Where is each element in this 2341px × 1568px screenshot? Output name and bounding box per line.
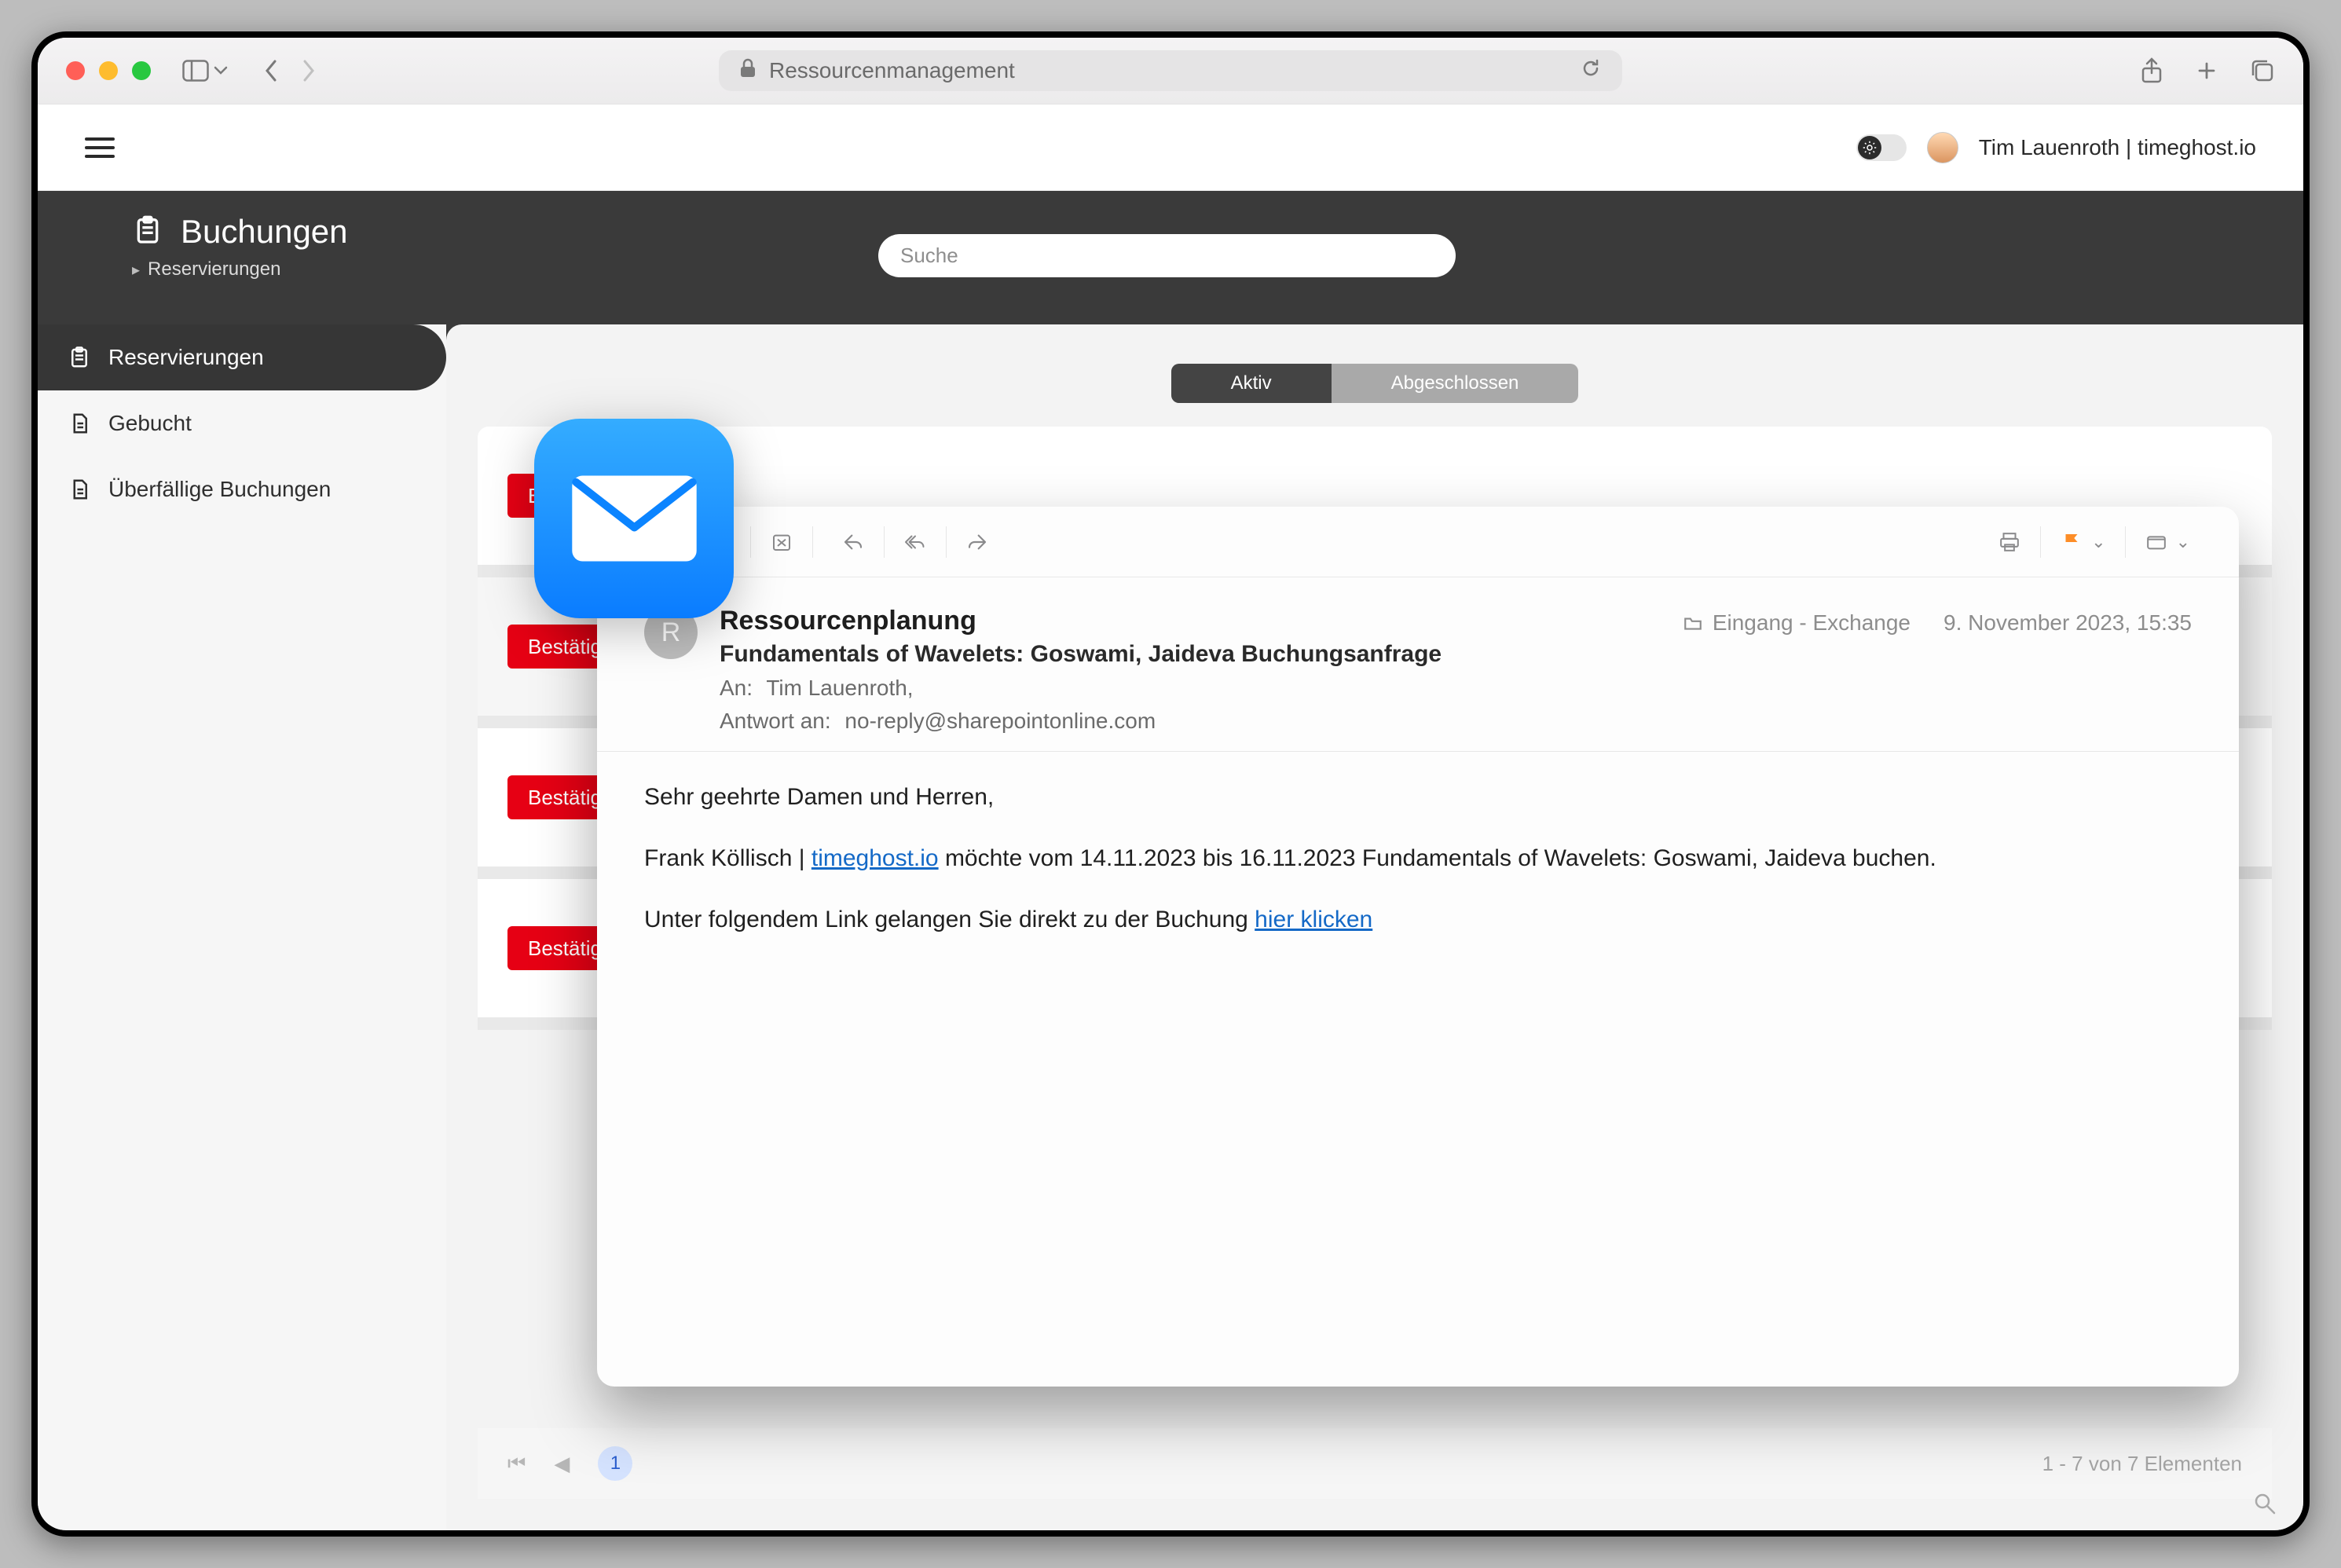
- mail-window: ⌄ ⌄ R Ressourcenplanung Fundamentals of …: [597, 507, 2239, 1387]
- page-header: Buchungen ▸ Reservierungen Suche: [38, 191, 2303, 324]
- mail-link-booking[interactable]: hier klicken: [1255, 907, 1372, 932]
- pager-prev[interactable]: ◀: [554, 1452, 570, 1476]
- window-minimize-dot[interactable]: [99, 61, 118, 80]
- user-name-label: Tim Lauenroth | timeghost.io: [1979, 135, 2256, 160]
- breadcrumb-item: Reservierungen: [148, 258, 280, 280]
- print-icon[interactable]: [1987, 523, 2032, 561]
- window-close-dot[interactable]: [66, 61, 85, 80]
- pager-count: 1 - 7 von 7 Elementen: [2042, 1452, 2242, 1476]
- segmented-control: Aktiv Abgeschlossen: [1171, 364, 1579, 403]
- magnifier-icon[interactable]: [2253, 1492, 2277, 1519]
- nav-back-button[interactable]: [262, 58, 280, 83]
- mail-header: R Ressourcenplanung Fundamentals of Wave…: [597, 577, 2239, 752]
- sidebar-item-label: Reservierungen: [108, 345, 264, 370]
- sidebar-item-label: Gebucht: [108, 411, 192, 436]
- reply-icon[interactable]: [830, 523, 876, 561]
- forward-icon[interactable]: [954, 523, 1000, 561]
- flag-menu-chevron-icon[interactable]: ⌄: [2091, 532, 2105, 552]
- folder-menu-chevron-icon[interactable]: ⌄: [2176, 532, 2190, 552]
- url-text: Ressourcenmanagement: [769, 58, 1015, 83]
- segment-completed[interactable]: Abgeschlossen: [1332, 364, 1579, 403]
- search-placeholder: Suche: [900, 244, 958, 268]
- reply-all-icon[interactable]: [892, 523, 938, 561]
- mail-body-line: Unter folgendem Link gelangen Sie direkt…: [644, 901, 2192, 939]
- new-tab-icon[interactable]: [2195, 59, 2218, 82]
- tabs-overview-icon[interactable]: [2250, 58, 2275, 83]
- browser-titlebar: Ressourcenmanagement: [38, 38, 2303, 104]
- mail-from: Ressourcenplanung: [720, 606, 1661, 636]
- mail-body: Sehr geehrte Damen und Herren, Frank Köl…: [597, 752, 2239, 989]
- mail-body-line: Sehr geehrte Damen und Herren,: [644, 779, 2192, 816]
- lock-icon: [739, 58, 757, 84]
- flag-icon[interactable]: [2049, 523, 2094, 561]
- chevron-right-icon: ▸: [132, 260, 140, 280]
- mail-to-row: An: Tim Lauenroth,: [720, 676, 1661, 701]
- sidebar-item-overdue[interactable]: Überfällige Buchungen: [38, 456, 446, 522]
- theme-toggle[interactable]: [1856, 134, 1907, 161]
- clipboard-icon: [132, 214, 163, 250]
- window-zoom-dot[interactable]: [132, 61, 151, 80]
- browser-sidebar-toggle[interactable]: [182, 60, 228, 82]
- mail-reply-to-row: Antwort an: no-reply@sharepointonline.co…: [720, 709, 1661, 734]
- sidebar-item-label: Überfällige Buchungen: [108, 477, 331, 502]
- menu-toggle-button[interactable]: [85, 137, 115, 158]
- search-input[interactable]: Suche: [878, 234, 1456, 277]
- mail-folder[interactable]: Eingang - Exchange: [1683, 610, 1911, 636]
- app-top-bar: Tim Lauenroth | timeghost.io: [38, 104, 2303, 191]
- sidebar-item-reservations[interactable]: Reservierungen: [38, 324, 446, 390]
- reload-icon[interactable]: [1580, 57, 1602, 85]
- segment-active[interactable]: Aktiv: [1171, 364, 1332, 403]
- sidebar: Reservierungen Gebucht Überfällige Buchu…: [38, 324, 446, 1530]
- mail-link-company[interactable]: timeghost.io: [811, 845, 939, 871]
- chevron-down-icon: [214, 66, 228, 75]
- mail-toolbar: ⌄ ⌄: [597, 507, 2239, 577]
- junk-icon[interactable]: [759, 523, 804, 561]
- mail-app-icon: [534, 419, 734, 618]
- sidebar-item-booked[interactable]: Gebucht: [38, 390, 446, 456]
- page-title: Buchungen: [181, 213, 348, 251]
- pager: ⏮ ◀ 1 1 - 7 von 7 Elementen: [478, 1428, 2272, 1499]
- mail-date: 9. November 2023, 15:35: [1944, 610, 2192, 636]
- pager-first[interactable]: ⏮: [507, 1451, 526, 1476]
- pager-current[interactable]: 1: [598, 1446, 632, 1481]
- move-to-folder-icon[interactable]: [2134, 523, 2179, 561]
- mail-subject: Fundamentals of Wavelets: Goswami, Jaide…: [720, 641, 1661, 668]
- user-avatar[interactable]: [1927, 132, 1958, 163]
- nav-forward-button[interactable]: [300, 58, 317, 83]
- mail-body-line: Frank Köllisch | timeghost.io möchte vom…: [644, 840, 2192, 877]
- share-icon[interactable]: [2140, 57, 2163, 84]
- url-field[interactable]: Ressourcenmanagement: [719, 50, 1622, 91]
